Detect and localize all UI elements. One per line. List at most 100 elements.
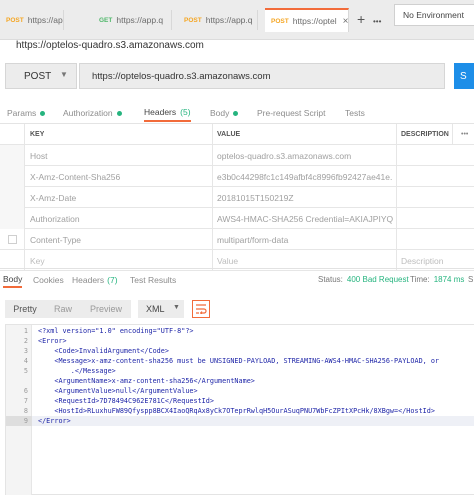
tab-label: Headers bbox=[72, 275, 105, 285]
tab-params[interactable]: Params bbox=[7, 104, 46, 122]
header-key: Authorization bbox=[30, 213, 80, 224]
chevron-down-icon: ▼ bbox=[60, 70, 68, 79]
header-key: X-Amz-Date bbox=[30, 192, 77, 203]
header-key: Host bbox=[30, 150, 48, 161]
code-line-current: </Error> bbox=[32, 416, 474, 426]
status-dot-icon bbox=[233, 110, 239, 116]
tab-response-headers[interactable]: Headers (7) bbox=[72, 272, 118, 288]
method-badge: POST bbox=[184, 16, 202, 24]
tab-title: https://app.q bbox=[116, 15, 164, 25]
header-value[interactable]: multipart/form-data bbox=[217, 229, 393, 250]
status-value: 400 Bad Request bbox=[346, 274, 409, 284]
row-checkbox[interactable] bbox=[8, 235, 17, 244]
table-row: X-Amz-Date 20181015T150219Z bbox=[0, 187, 474, 208]
headers-count: (5) bbox=[180, 107, 191, 117]
request-tabs: Params Authorization Headers (5) Body Pr… bbox=[0, 104, 474, 122]
tab-headers[interactable]: Headers (5) bbox=[144, 104, 191, 122]
request-tab[interactable]: POST https://app.q bbox=[0, 10, 64, 30]
method-select[interactable]: POST ▼ bbox=[5, 63, 77, 89]
method-badge: POST bbox=[271, 17, 289, 25]
code-line: <ArgumentName>x-amz-content-sha256</Argu… bbox=[38, 377, 255, 385]
status-label: Status: bbox=[318, 274, 343, 284]
plus-icon[interactable]: + bbox=[357, 11, 365, 27]
status-dot-icon bbox=[116, 110, 122, 116]
tab-label: Body bbox=[210, 108, 230, 118]
tab-cookies[interactable]: Cookies bbox=[33, 272, 64, 288]
more-icon[interactable]: ••• bbox=[373, 14, 381, 30]
tab-prerequest-script[interactable]: Pre-request Script bbox=[257, 104, 326, 122]
header-value: optelos-quadro.s3.amazonaws.com bbox=[217, 150, 352, 161]
line-number: 6 bbox=[23, 387, 28, 395]
code-line: <?xml version="1.0" encoding="UTF-8"?> bbox=[38, 327, 194, 335]
chevron-down-icon: ▼ bbox=[173, 304, 180, 311]
table-row: Authorization AWS4-HMAC-SHA256 Credentia… bbox=[0, 208, 474, 229]
tab-authorization[interactable]: Authorization bbox=[63, 104, 122, 122]
line-number: 7 bbox=[23, 397, 28, 405]
url-input[interactable]: https://optelos-quadro.s3.amazonaws.com bbox=[79, 63, 445, 89]
code-line: <Message>x-amz-content-sha256 must be UN… bbox=[38, 357, 440, 365]
format-select[interactable]: XML ▼ bbox=[138, 300, 184, 318]
line-number: 5 bbox=[23, 367, 28, 375]
line-number: 4 bbox=[23, 357, 28, 365]
header-value: e3b0c44298fc1c149afbf4c8996fb92427ae41e.… bbox=[217, 171, 393, 182]
code-line: <HostId>RLuxhuFW89Qfyspp8BCX4IaoQRqAx8yC… bbox=[38, 407, 435, 415]
request-name: https://optelos-quadro.s3.amazonaws.com bbox=[16, 40, 204, 51]
response-time: Time: 1874 ms bbox=[410, 272, 464, 286]
line-number-current: 9 bbox=[6, 416, 32, 426]
tab-title: https://optel bbox=[292, 16, 337, 26]
method-value: POST bbox=[24, 70, 52, 82]
tab-title: https://app.q bbox=[205, 15, 253, 25]
code-line: <RequestId>7D78494C962E781C</RequestId> bbox=[38, 397, 214, 405]
status-dot-icon bbox=[40, 110, 46, 116]
code-line: <ArgumentValue>null</ArgumentValue> bbox=[38, 387, 198, 395]
code-line: <Code>InvalidArgument</Code> bbox=[38, 347, 169, 355]
response-body-editor[interactable]: 1 2 3 4 5 6 7 8 9 <?xml version="1.0" en… bbox=[5, 324, 474, 495]
environment-select[interactable]: No Environment bbox=[394, 4, 474, 26]
request-tab[interactable]: POST https://app.q bbox=[178, 10, 258, 30]
line-number: 3 bbox=[23, 347, 28, 355]
header-key[interactable]: Content-Type bbox=[30, 229, 208, 250]
column-header-value: VALUE bbox=[217, 131, 241, 138]
header-value: 20181015T150219Z bbox=[217, 192, 294, 203]
code-line: <Error> bbox=[38, 337, 67, 345]
close-icon[interactable]: × bbox=[343, 16, 348, 27]
tab-title: https://app.q bbox=[27, 15, 63, 25]
table-row: X-Amz-Content-Sha256 e3b0c44298fc1c149af… bbox=[0, 166, 474, 187]
divider bbox=[0, 268, 474, 269]
request-tab-active[interactable]: POST https://optel × bbox=[265, 8, 349, 32]
time-label: Time: bbox=[410, 274, 430, 284]
tab-tests[interactable]: Tests bbox=[345, 104, 365, 122]
code-line: .</Message> bbox=[38, 367, 116, 375]
table-header-row: KEY VALUE DESCRIPTION ••• bbox=[0, 124, 474, 145]
tab-response-body[interactable]: Body bbox=[3, 272, 23, 288]
tab-body[interactable]: Body bbox=[210, 104, 239, 122]
tab-strip: POST https://app.q GET https://app.q POS… bbox=[0, 0, 474, 40]
format-value: XML bbox=[146, 304, 165, 314]
tab-label: Headers bbox=[144, 107, 177, 117]
method-badge: GET bbox=[99, 16, 113, 24]
line-number: 2 bbox=[23, 337, 28, 345]
more-icon[interactable]: ••• bbox=[461, 124, 468, 145]
request-tab[interactable]: GET https://app.q bbox=[93, 10, 172, 30]
preview-button[interactable]: Preview bbox=[81, 300, 131, 318]
time-value: 1874 ms bbox=[433, 274, 465, 284]
column-header-description: DESCRIPTION bbox=[401, 131, 449, 138]
wrap-lines-icon[interactable] bbox=[192, 300, 210, 318]
column-header-key: KEY bbox=[30, 131, 45, 138]
tab-label: Params bbox=[7, 108, 37, 118]
headers-count: (7) bbox=[107, 275, 118, 285]
line-number bbox=[6, 376, 28, 386]
method-badge: POST bbox=[6, 16, 24, 24]
tab-label: Authorization bbox=[63, 108, 113, 118]
line-number: 8 bbox=[23, 407, 28, 415]
line-number: 1 bbox=[23, 327, 28, 335]
pretty-button[interactable]: Pretty bbox=[5, 300, 45, 318]
header-key: X-Amz-Content-Sha256 bbox=[30, 171, 121, 182]
header-value: AWS4-HMAC-SHA256 Credential=AKIAJPIYQT..… bbox=[217, 213, 393, 224]
response-status: Status: 400 Bad Request bbox=[318, 272, 409, 286]
send-button[interactable]: S bbox=[454, 63, 474, 89]
raw-button[interactable]: Raw bbox=[45, 300, 81, 318]
tab-label: Pre-request Script bbox=[257, 108, 326, 118]
tab-test-results[interactable]: Test Results bbox=[130, 272, 176, 288]
table-row: Content-Type multipart/form-data bbox=[0, 229, 474, 250]
